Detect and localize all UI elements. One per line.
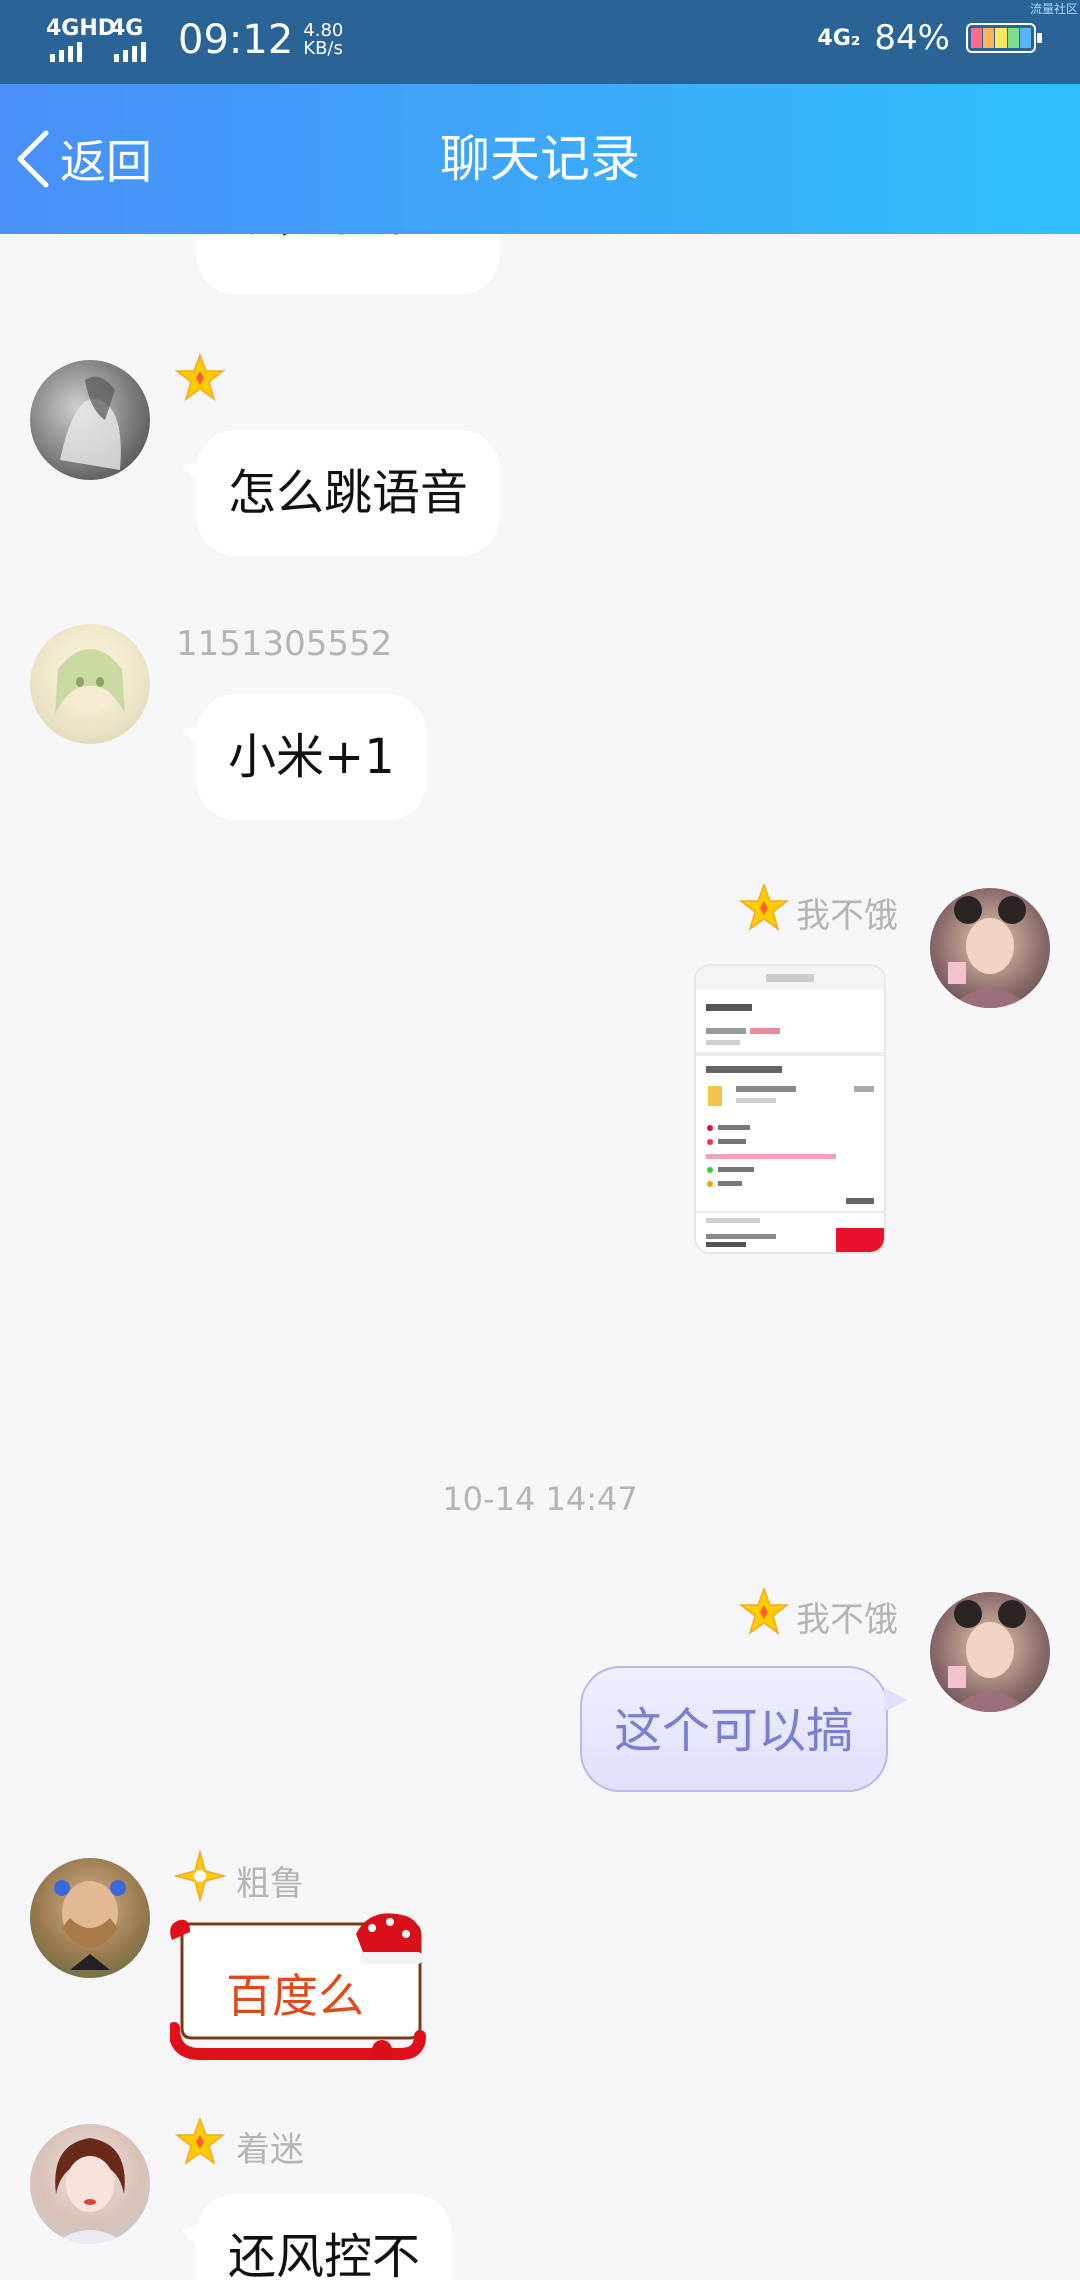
message-bubble[interactable]: 小米+1 xyxy=(196,694,427,820)
nav-header: 返回 聊天记录 xyxy=(0,84,1080,234)
star-icon xyxy=(174,1850,226,1902)
network-speed: 4.80 KB/s xyxy=(303,20,344,59)
avatar-image xyxy=(948,1600,1030,1712)
avatar-self[interactable] xyxy=(930,1592,1050,1712)
sender-name: 我不饿 xyxy=(796,1600,898,1640)
star-icon xyxy=(174,2116,226,2165)
avatar-image xyxy=(948,896,1030,1008)
avatar-image xyxy=(54,1880,126,1970)
sender-name: 着迷 xyxy=(236,2130,304,2170)
network-4g-icon: 4G₂ xyxy=(817,25,861,51)
avatar-image xyxy=(60,376,121,470)
star-icon xyxy=(174,352,226,401)
message-bubble-outgoing[interactable]: 这个可以搞 xyxy=(580,1666,909,1792)
screenshot-thumbnail xyxy=(696,966,884,1252)
star-icon xyxy=(738,1586,790,1635)
battery-icon xyxy=(966,23,1042,53)
message-bubble[interactable]: 怎么跳语音 xyxy=(196,430,501,556)
status-bar: 4GHD 4G 09:12 4.80 KB/s 4G₂ 84% 流量社区 xyxy=(0,0,1080,84)
sender-name: 1151305552 xyxy=(176,624,393,664)
message-bubble[interactable]: 还风控不 xyxy=(196,2194,453,2280)
avatar-self[interactable] xyxy=(930,888,1050,1008)
message-bubble-themed[interactable]: 百度么 xyxy=(168,1910,430,2064)
avatar[interactable] xyxy=(30,360,150,480)
clock: 09:12 xyxy=(178,17,294,63)
page-title: 聊天记录 xyxy=(440,130,640,188)
star-icon xyxy=(738,882,790,931)
image-message[interactable] xyxy=(694,964,886,1254)
corner-label: 流量社区 xyxy=(1029,2,1078,16)
avatar[interactable] xyxy=(30,1858,150,1978)
battery-percent: 84% xyxy=(874,18,950,58)
sender-name: 粗鲁 xyxy=(236,1864,304,1904)
avatar-image xyxy=(55,645,125,714)
sender-name: 我不饿 xyxy=(796,896,898,936)
avatar[interactable] xyxy=(30,2124,150,2244)
avatar[interactable] xyxy=(30,624,150,744)
message-bubble[interactable]: 额，小米的 xyxy=(196,234,501,294)
avatar-image xyxy=(54,2138,126,2244)
chat-history[interactable]: 额，小米的 怎么跳语音 1151305552 小米+1 我不饿 xyxy=(0,234,1080,2280)
timestamp: 10-14 14:47 xyxy=(442,1480,638,1518)
signal-icon-sim2: 4G xyxy=(110,18,160,62)
signal-icon-sim1: 4GHD xyxy=(46,18,116,62)
